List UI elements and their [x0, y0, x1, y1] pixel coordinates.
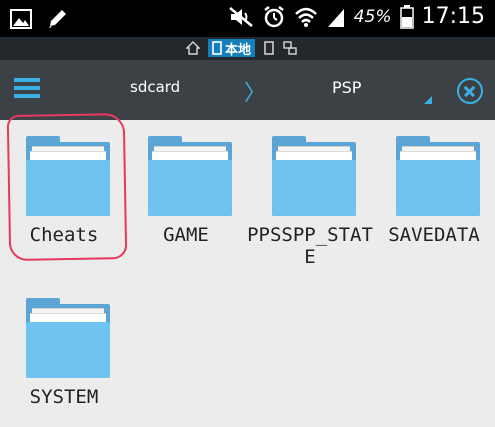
menu-icon — [14, 78, 40, 82]
folder-item[interactable]: PPSSPP_STATE — [247, 120, 373, 280]
location-items: 本地 — [186, 39, 297, 58]
menu-icon-line — [14, 94, 40, 98]
folder-item[interactable]: GAME — [126, 120, 246, 260]
image-notification-icon — [10, 9, 32, 29]
folder-item[interactable]: SYSTEM — [4, 282, 124, 422]
breadcrumb-current[interactable]: PSP — [332, 78, 361, 97]
mute-icon — [229, 6, 253, 27]
dropdown-indicator-icon[interactable] — [424, 96, 432, 104]
menu-icon-line — [14, 86, 40, 90]
folder-icon — [26, 136, 110, 216]
status-bar: 45% 17:15 — [0, 0, 495, 37]
folder-icon — [272, 136, 356, 216]
network-icon[interactable] — [283, 41, 297, 55]
pencil-icon — [49, 10, 66, 28]
folder-item[interactable]: SAVEDATA — [374, 120, 494, 280]
menu-button[interactable] — [12, 74, 42, 106]
close-icon[interactable] — [457, 78, 483, 104]
battery-percent: 45% — [353, 6, 392, 27]
folder-item[interactable]: Cheats — [4, 120, 124, 260]
folder-icon — [26, 298, 110, 378]
signal-icon — [327, 8, 344, 27]
wifi-icon — [294, 7, 317, 27]
path-bar: sdcard 〉 PSP — [0, 60, 495, 120]
folder-name: SYSTEM — [29, 386, 99, 408]
folder-icon — [148, 136, 232, 216]
location-bar: 本地 — [0, 37, 495, 60]
local-storage-tab[interactable]: 本地 — [208, 39, 256, 58]
folder-name: PPSSPP_STATE — [247, 224, 373, 268]
folder-icon — [396, 136, 480, 216]
folder-name: GAME — [163, 224, 209, 246]
clock-time: 17:15 — [421, 4, 485, 29]
status-right-icons: 45% 17:15 — [228, 4, 485, 29]
local-storage-label: 本地 — [225, 42, 252, 58]
breadcrumb-separator: 〉 — [244, 81, 267, 106]
device-icon[interactable] — [263, 41, 275, 55]
home-icon[interactable] — [186, 41, 200, 55]
folder-name: Cheats — [29, 224, 99, 246]
status-left-icons — [10, 8, 68, 30]
breadcrumb-parent[interactable]: sdcard — [130, 78, 180, 96]
phone-icon — [212, 41, 222, 55]
alarm-icon — [264, 5, 284, 27]
battery-icon — [399, 4, 414, 29]
folder-name: SAVEDATA — [388, 224, 480, 246]
